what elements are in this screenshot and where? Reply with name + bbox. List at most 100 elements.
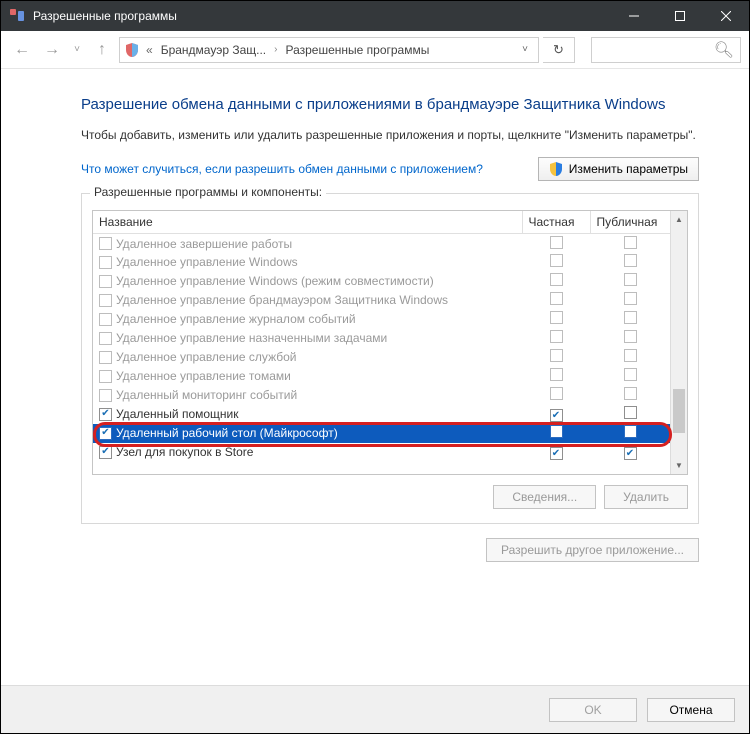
recent-locations-button[interactable]: ˅ [69, 37, 85, 63]
public-checkbox[interactable] [624, 406, 637, 419]
col-private-header[interactable]: Частная [522, 211, 590, 234]
private-checkbox[interactable] [550, 330, 563, 343]
row-label: Удаленный помощник [116, 407, 239, 421]
ok-button[interactable]: OK [549, 698, 637, 722]
public-checkbox[interactable] [624, 368, 637, 381]
close-button[interactable] [703, 1, 749, 31]
row-label: Удаленное управление Windows (режим совм… [116, 274, 434, 288]
back-button[interactable]: ← [9, 37, 35, 63]
search-input[interactable]: 🔍︎ [591, 37, 741, 63]
private-checkbox[interactable] [550, 368, 563, 381]
breadcrumb-root[interactable]: Брандмауэр Защ... [159, 43, 268, 57]
enable-checkbox[interactable] [99, 427, 112, 440]
public-checkbox[interactable] [624, 311, 637, 324]
minimize-button[interactable] [611, 1, 657, 31]
row-label: Удаленное управление томами [116, 369, 291, 383]
scroll-up-button[interactable]: ▲ [671, 211, 687, 228]
change-settings-button[interactable]: Изменить параметры [538, 157, 699, 181]
private-checkbox[interactable] [550, 292, 563, 305]
instruction-text: Чтобы добавить, изменить или удалить раз… [81, 127, 699, 143]
breadcrumb-leaf[interactable]: Разрешенные программы [283, 43, 431, 57]
window-title: Разрешенные программы [33, 9, 611, 23]
table-row[interactable]: Удаленное завершение работы [93, 234, 670, 253]
table-row[interactable]: Удаленное управление Windows [93, 253, 670, 272]
breadcrumb-prefix: « [144, 43, 155, 57]
public-checkbox[interactable] [624, 273, 637, 286]
public-checkbox[interactable] [624, 349, 637, 362]
uac-shield-icon [549, 162, 563, 176]
row-label: Удаленный мониторинг событий [116, 388, 297, 402]
address-bar[interactable]: « Брандмауэр Защ... › Разрешенные програ… [119, 37, 539, 63]
enable-checkbox[interactable] [99, 370, 112, 383]
enable-checkbox[interactable] [99, 275, 112, 288]
enable-checkbox[interactable] [99, 237, 112, 250]
scroll-thumb[interactable] [673, 389, 685, 433]
remove-button[interactable]: Удалить [604, 485, 688, 509]
navigation-bar: ← → ˅ ↑ « Брандмауэр Защ... › Разрешенны… [1, 31, 749, 69]
refresh-button[interactable]: ↻ [543, 37, 575, 63]
private-checkbox[interactable] [550, 349, 563, 362]
table-row[interactable]: Удаленный рабочий стол (Майкрософт) [93, 424, 670, 443]
private-checkbox[interactable] [550, 273, 563, 286]
table-row[interactable]: Удаленный мониторинг событий [93, 386, 670, 405]
public-checkbox[interactable] [624, 447, 637, 460]
private-checkbox[interactable] [550, 254, 563, 267]
public-checkbox[interactable] [624, 387, 637, 400]
address-dropdown-button[interactable]: ˅ [516, 44, 534, 55]
row-label: Удаленное управление службой [116, 350, 296, 364]
row-label: Удаленное управление брандмауэром Защитн… [116, 293, 448, 307]
enable-checkbox[interactable] [99, 446, 112, 459]
enable-checkbox[interactable] [99, 351, 112, 364]
private-checkbox[interactable] [550, 311, 563, 324]
row-label: Узел для покупок в Store [116, 445, 253, 459]
table-row[interactable]: Удаленный помощник [93, 405, 670, 424]
forward-button[interactable]: → [39, 37, 65, 63]
public-checkbox[interactable] [624, 254, 637, 267]
private-checkbox[interactable] [550, 447, 563, 460]
private-checkbox[interactable] [550, 236, 563, 249]
private-checkbox[interactable] [550, 409, 563, 422]
public-checkbox[interactable] [624, 330, 637, 343]
up-button[interactable]: ↑ [89, 37, 115, 63]
change-settings-label: Изменить параметры [569, 162, 688, 176]
public-checkbox[interactable] [624, 292, 637, 305]
chevron-right-icon: › [272, 44, 279, 55]
enable-checkbox[interactable] [99, 389, 112, 402]
apps-table-container: Название Частная Публичная Удаленное зав… [92, 210, 688, 475]
table-row[interactable]: Удаленное управление назначенными задача… [93, 329, 670, 348]
allow-another-app-button[interactable]: Разрешить другое приложение... [486, 538, 699, 562]
enable-checkbox[interactable] [99, 332, 112, 345]
private-checkbox[interactable] [550, 387, 563, 400]
scroll-track[interactable] [671, 228, 687, 457]
content-area: Разрешение обмена данными с приложениями… [1, 69, 749, 572]
shield-folder-icon [124, 42, 140, 58]
cancel-button[interactable]: Отмена [647, 698, 735, 722]
col-name-header[interactable]: Название [93, 211, 522, 234]
enable-checkbox[interactable] [99, 256, 112, 269]
table-row[interactable]: Удаленное управление Windows (режим совм… [93, 272, 670, 291]
scroll-down-button[interactable]: ▼ [671, 457, 687, 474]
group-legend: Разрешенные программы и компоненты: [90, 185, 326, 199]
table-row[interactable]: Удаленное управление брандмауэром Защитн… [93, 291, 670, 310]
row-label: Удаленное завершение работы [116, 237, 292, 251]
public-checkbox[interactable] [624, 236, 637, 249]
table-row[interactable]: Удаленное управление журналом событий [93, 310, 670, 329]
table-row[interactable]: Удаленное управление службой [93, 348, 670, 367]
dialog-footer: OK Отмена [1, 685, 749, 733]
private-checkbox[interactable] [550, 425, 563, 438]
row-label: Удаленный рабочий стол (Майкрософт) [116, 426, 338, 440]
public-checkbox[interactable] [624, 425, 637, 438]
help-link[interactable]: Что может случиться, если разрешить обме… [81, 162, 518, 176]
row-label: Удаленное управление назначенными задача… [116, 331, 387, 345]
col-public-header[interactable]: Публичная [590, 211, 670, 234]
maximize-button[interactable] [657, 1, 703, 31]
enable-checkbox[interactable] [99, 313, 112, 326]
app-icon [9, 8, 25, 24]
allowed-apps-group: Разрешенные программы и компоненты: Назв… [81, 193, 699, 524]
enable-checkbox[interactable] [99, 294, 112, 307]
details-button[interactable]: Сведения... [493, 485, 596, 509]
enable-checkbox[interactable] [99, 408, 112, 421]
table-row[interactable]: Узел для покупок в Store [93, 443, 670, 462]
vertical-scrollbar[interactable]: ▲ ▼ [670, 211, 687, 474]
table-row[interactable]: Удаленное управление томами [93, 367, 670, 386]
